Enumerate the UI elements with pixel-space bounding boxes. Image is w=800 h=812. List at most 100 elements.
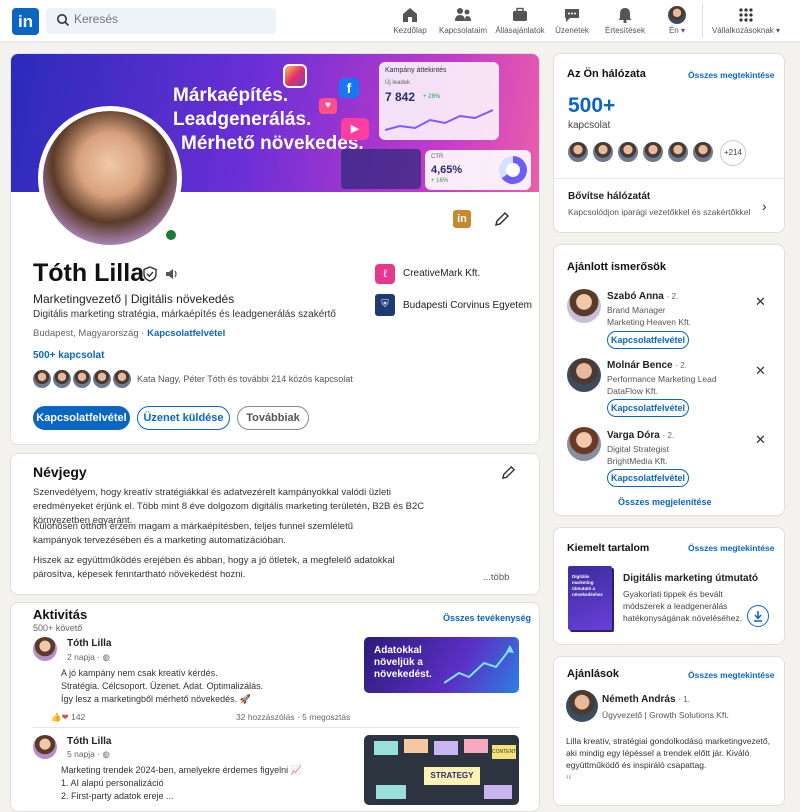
post-author[interactable]: Tóth Lilla — [67, 736, 111, 747]
network-card: Az Ön hálózata Összes megtekintése 500+ … — [553, 53, 785, 233]
featured-item-title[interactable]: Digitális marketing útmutató — [623, 573, 758, 584]
post-image[interactable]: Adatokkal növeljük a növekedést. — [364, 637, 519, 693]
suggested-title: Ajánlott ismerősök — [567, 261, 667, 273]
recommendations-see-all[interactable]: Összes megtekintése — [688, 670, 774, 680]
chevron-right-icon: › — [762, 198, 767, 214]
mutual-avatar — [51, 368, 73, 390]
profile-location-line: Budapest, Magyarország · Kapcsolatfelvét… — [33, 328, 225, 339]
person-name-line[interactable]: Szabó Anna · 2. — [607, 291, 678, 302]
more-button[interactable]: Továbbiak — [237, 406, 309, 430]
verified-shield-icon[interactable] — [143, 266, 157, 282]
profile-location: Budapest, Magyarország — [33, 328, 139, 339]
recommendation-text: Lilla kreatív, stratégiai gondolkodású m… — [566, 736, 770, 770]
network-see-all[interactable]: Összes megtekintése — [688, 70, 774, 80]
close-icon[interactable]: ✕ — [755, 363, 766, 379]
featured-book-cover[interactable]: Digitális marketing útmutató a növekedés… — [568, 566, 612, 630]
recommender-name-line[interactable]: Németh András · 1. — [602, 694, 690, 705]
person-name-line[interactable]: Molnár Bence · 2. — [607, 360, 687, 371]
profile-headline: Marketingvezető | Digitális növekedés — [33, 292, 235, 306]
post-image[interactable]: CONTENT STRATEGY — [364, 735, 519, 805]
all-activity-link[interactable]: Összes tevékenység — [443, 613, 531, 623]
recommendations-title: Ajánlások — [567, 668, 619, 680]
connect-button[interactable]: Kapcsolatfelvétel — [33, 406, 130, 430]
grow-network-subtitle: Kapcsolódjon iparági vezetőkkel és szaké… — [568, 207, 751, 217]
person-avatar[interactable] — [567, 358, 601, 392]
speaker-icon[interactable] — [165, 268, 179, 280]
edit-pencil-icon[interactable] — [501, 465, 516, 480]
grid-icon — [739, 8, 753, 22]
banner-slogan-3: Mérhető növekedés. — [181, 133, 364, 154]
chevron-down-icon: ▾ — [776, 26, 781, 35]
donut-chart — [499, 156, 527, 184]
contact-info-link[interactable]: Kapcsolatfelvétel — [147, 328, 225, 339]
ctr-label: CTR — [431, 154, 444, 160]
post-text-line: Stratégia. Célcsoport. Üzenet. Adat. Opt… — [61, 681, 264, 691]
person-company: Marketing Heaven Kft. — [607, 317, 692, 327]
connections-link[interactable]: 500+ kapcsolat — [33, 350, 104, 361]
ctr-delta: + 16% — [431, 178, 449, 184]
mutual-connections-text[interactable]: Kata Nagy, Péter Tóth és további 214 köz… — [137, 374, 353, 384]
nav-me[interactable]: Én ▾ — [645, 4, 709, 40]
mutual-avatar — [111, 368, 133, 390]
education-school[interactable]: Budapesti Corvinus Egyetem — [403, 300, 532, 311]
close-icon[interactable]: ✕ — [755, 432, 766, 448]
widget-subtitle: Új leadek — [385, 80, 411, 86]
campaign-widget: Kampány áttekintés Új leadek 7 842 + 28% — [379, 62, 499, 140]
company-logo-button[interactable]: in — [453, 210, 471, 228]
online-status-dot — [164, 228, 178, 242]
post-time: 5 napja · ◍ — [67, 749, 110, 759]
search-input[interactable] — [74, 12, 264, 26]
about-see-more[interactable]: ...több — [483, 572, 509, 583]
network-avatar — [691, 140, 715, 164]
heart-icon: ♥ — [319, 98, 337, 114]
person-name-line[interactable]: Varga Dóra · 2. — [607, 430, 674, 441]
quote-icon: “ — [566, 773, 572, 790]
separator: · — [141, 328, 145, 339]
connect-pill-button[interactable]: Kapcsolatfelvétel — [607, 331, 689, 349]
banner-slogan-2: Leadgenerálás. — [173, 109, 312, 130]
connect-pill-button[interactable]: Kapcsolatfelvétel — [607, 399, 689, 417]
activity-title: Aktivitás — [33, 607, 88, 622]
network-avatar — [616, 140, 640, 164]
nav-label: Én ▾ — [668, 26, 686, 35]
network-count-label: kapcsolat — [568, 120, 611, 131]
search-box[interactable] — [46, 8, 276, 34]
home-icon — [403, 8, 417, 22]
nav-business[interactable]: Vállalkozásoknak ▾ — [708, 4, 784, 40]
search-icon — [57, 14, 70, 27]
current-company[interactable]: CreativeMark Kft. — [403, 268, 480, 279]
about-title: Névjegy — [33, 464, 87, 480]
person-avatar[interactable] — [567, 427, 601, 461]
post-stats[interactable]: 32 hozzászólás · 5 megosztás — [236, 712, 350, 722]
post-author[interactable]: Tóth Lilla — [67, 638, 111, 649]
post-divider — [33, 727, 519, 728]
post-reactions[interactable]: 👍❤ 142 — [51, 712, 85, 723]
close-icon[interactable]: ✕ — [755, 294, 766, 310]
nav-divider — [702, 4, 703, 38]
globe-icon: ◍ — [102, 749, 110, 759]
connect-pill-button[interactable]: Kapcsolatfelvétel — [607, 469, 689, 487]
featured-see-all[interactable]: Összes megtekintése — [688, 543, 774, 553]
play-icon: ▶ — [341, 118, 369, 140]
post-text-line: Marketing trendek 2024-ben, amelyekre ér… — [61, 765, 302, 775]
profile-photo[interactable] — [38, 106, 182, 250]
about-paragraph-2: Különösen otthon érzem magam a márkaépít… — [33, 521, 354, 546]
trend-arrow-icon — [444, 645, 514, 684]
widget-sparkline — [385, 109, 493, 131]
network-avatar — [591, 140, 615, 164]
network-more-count[interactable]: +214 — [720, 140, 746, 166]
profile-card: Márkaépítés. Leadgenerálás. Mérhető növe… — [10, 53, 540, 445]
linkedin-logo[interactable]: in — [12, 8, 39, 35]
message-button[interactable]: Üzenet küldése — [137, 406, 230, 430]
nav-network[interactable]: Kapcsolataim — [431, 4, 495, 40]
suggested-card: Ajánlott ismerősök Szabó Anna · 2. Brand… — [553, 244, 785, 516]
edit-pencil-icon[interactable] — [494, 211, 510, 227]
show-all-suggestions[interactable]: Összes megjelenítése — [618, 497, 712, 507]
person-avatar[interactable] — [567, 289, 601, 323]
network-divider — [554, 178, 784, 179]
nav-label: Kapcsolataim — [438, 26, 488, 35]
instagram-icon — [283, 64, 307, 88]
network-avatar — [641, 140, 665, 164]
download-button[interactable] — [747, 605, 769, 627]
recommender-avatar[interactable] — [566, 690, 598, 722]
